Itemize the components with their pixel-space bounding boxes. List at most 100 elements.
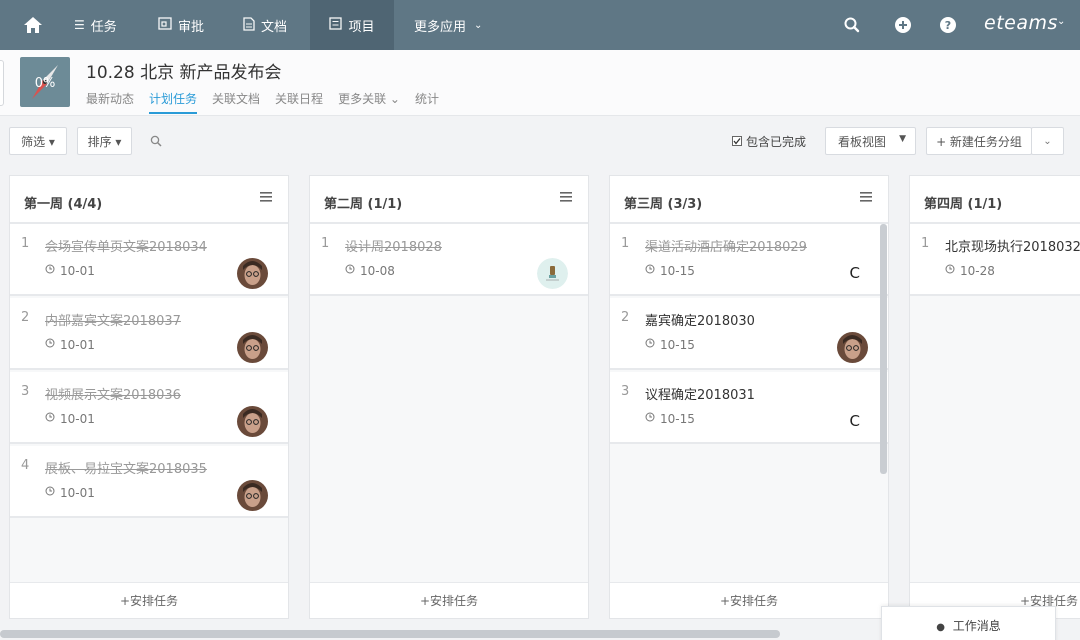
nav-item-more-apps[interactable]: 更多应用 ⌄ <box>414 0 482 50</box>
task-number: 1 <box>21 236 30 251</box>
tab-planned-tasks[interactable]: 计划任务 <box>149 90 198 114</box>
search-icon[interactable] <box>150 135 162 147</box>
avatar[interactable] <box>237 258 268 289</box>
menu-icon[interactable] <box>260 192 272 202</box>
task-card[interactable]: 1 设计周2018028 10-08 <box>310 224 588 296</box>
home-icon[interactable] <box>22 14 44 36</box>
task-card[interactable]: 3 议程确定2018031 10-15 C <box>610 372 888 444</box>
tab-latest[interactable]: 最新动态 <box>86 90 134 114</box>
work-message-button[interactable]: ● 工作消息 <box>881 606 1056 640</box>
task-name[interactable]: 渠道活动酒店确定2018029 <box>645 236 807 255</box>
project-header: 0% 10.28 北京 新产品发布会 最新动态 计划任务 关联文档 关联日程 更… <box>0 50 1080 116</box>
tab-related-docs[interactable]: 关联文档 <box>212 90 260 114</box>
clock-icon <box>45 412 55 422</box>
add-task-button[interactable]: +安排任务 <box>610 582 888 618</box>
add-task-button[interactable]: +安排任务 <box>10 582 288 618</box>
tab-more-related[interactable]: 更多关联 ⌄ <box>338 90 400 114</box>
page-title: 10.28 北京 新产品发布会 <box>86 63 282 83</box>
chevron-down-icon: ⌄ <box>474 19 483 31</box>
project-logo: 0% <box>20 57 70 107</box>
board-column: 第四周 (1/1) 1 北京现场执行2018032 10-28 +安排任务 <box>909 175 1080 619</box>
add-task-button[interactable]: +安排任务 <box>310 582 588 618</box>
nav-item-label: 项目 <box>348 19 375 35</box>
task-number: 1 <box>921 236 930 251</box>
nav-item-tasks[interactable]: ☰ 任务 <box>64 0 127 50</box>
column-title: 第四周 (1/1) <box>924 197 1003 212</box>
board-column: 第一周 (4/4) 1 会场宣传单页文案2018034 10-01 2 内部嘉宾… <box>9 175 289 619</box>
new-task-group-button[interactable]: + 新建任务分组 <box>926 127 1032 155</box>
task-number: 3 <box>21 384 30 399</box>
nav-item-projects[interactable]: 项目 <box>310 0 394 50</box>
avatar[interactable] <box>237 406 268 437</box>
collapse-handle[interactable] <box>0 60 4 106</box>
horizontal-scrollbar[interactable] <box>0 630 780 638</box>
task-name[interactable]: 议程确定2018031 <box>645 384 755 403</box>
board-column: 第二周 (1/1) 1 设计周2018028 10-08 +安排任务 <box>309 175 589 619</box>
task-name[interactable]: 会场宣传单页文案2018034 <box>45 236 207 255</box>
menu-icon[interactable] <box>560 192 572 202</box>
task-card[interactable]: 4 展板、易拉宝文案2018035 10-01 <box>10 446 288 518</box>
nav-item-label: 文档 <box>261 19 288 35</box>
task-due-date: 10-15 <box>660 338 695 352</box>
clock-icon <box>645 264 655 274</box>
tab-statistics[interactable]: 统计 <box>415 90 439 114</box>
task-name[interactable]: 视频展示文案2018036 <box>45 384 181 403</box>
task-name[interactable]: 设计周2018028 <box>345 236 442 255</box>
avatar[interactable] <box>237 332 268 363</box>
column-title: 第一周 (4/4) <box>24 197 103 212</box>
task-number: 2 <box>621 310 630 325</box>
view-select[interactable]: 看板视图 ▼ <box>825 127 916 155</box>
add-circle-icon[interactable] <box>894 16 912 34</box>
task-name[interactable]: 内部嘉宾文案2018037 <box>45 310 181 329</box>
clock-icon <box>945 264 955 274</box>
new-group-dropdown-button[interactable]: ⌄ <box>1031 127 1064 155</box>
task-card[interactable]: 1 北京现场执行2018032 10-28 <box>910 224 1080 296</box>
task-card[interactable]: 2 内部嘉宾文案2018037 10-01 <box>10 298 288 370</box>
vertical-scrollbar[interactable] <box>880 224 887 474</box>
top-navigation-bar: ☰ 任务 审批 文档 项目 更多应用 ⌄ ? eteams ⌄ <box>0 0 1080 50</box>
nav-item-label: 任务 <box>90 19 117 35</box>
project-tabs: 最新动态 计划任务 关联文档 关联日程 更多关联 ⌄ 统计 <box>86 90 454 114</box>
column-header: 第二周 (1/1) <box>310 176 588 224</box>
task-name[interactable]: 嘉宾确定2018030 <box>645 310 755 329</box>
nav-item-label: 审批 <box>178 19 205 35</box>
include-done-checkbox[interactable] <box>732 136 742 146</box>
chevron-down-icon[interactable]: ⌄ <box>1057 16 1065 27</box>
include-done-label[interactable]: 包含已完成 <box>746 133 806 150</box>
task-number: 3 <box>621 384 630 399</box>
compass-icon: 0% <box>32 65 58 99</box>
clock-icon <box>645 412 655 422</box>
search-icon[interactable] <box>843 16 861 34</box>
document-icon <box>243 16 255 34</box>
avatar[interactable] <box>837 332 868 363</box>
task-name[interactable]: 北京现场执行2018032 <box>945 236 1080 255</box>
task-card[interactable]: 3 视频展示文案2018036 10-01 <box>10 372 288 444</box>
column-title: 第二周 (1/1) <box>324 197 403 212</box>
assignee-initial[interactable]: C <box>850 264 860 282</box>
assignee-initial[interactable]: C <box>850 412 860 430</box>
tab-related-schedule[interactable]: 关联日程 <box>275 90 323 114</box>
clock-icon <box>45 486 55 496</box>
sort-button[interactable]: 排序 ▾ <box>77 127 132 155</box>
nav-item-documents[interactable]: 文档 <box>233 0 297 50</box>
avatar[interactable] <box>237 480 268 511</box>
column-header: 第四周 (1/1) <box>910 176 1080 224</box>
task-due-date: 10-15 <box>660 264 695 278</box>
task-due-date: 10-28 <box>960 264 995 278</box>
help-icon[interactable]: ? <box>939 16 957 34</box>
brand-logo[interactable]: eteams <box>984 12 1058 34</box>
avatar[interactable] <box>537 258 568 289</box>
nav-item-approval[interactable]: 审批 <box>148 0 214 50</box>
filter-button[interactable]: 筛选 ▾ <box>9 127 67 155</box>
task-card[interactable]: 2 嘉宾确定2018030 10-15 <box>610 298 888 370</box>
task-number: 1 <box>621 236 630 251</box>
menu-icon[interactable] <box>860 192 872 202</box>
list-icon: ☰ <box>74 18 85 32</box>
task-due-date: 10-01 <box>60 264 95 278</box>
task-name[interactable]: 展板、易拉宝文案2018035 <box>45 458 207 477</box>
task-card[interactable]: 1 渠道活动酒店确定2018029 10-15 C <box>610 224 888 296</box>
nav-item-label: 更多应用 <box>414 19 467 35</box>
column-header: 第三周 (3/3) <box>610 176 888 224</box>
task-card[interactable]: 1 会场宣传单页文案2018034 10-01 <box>10 224 288 296</box>
project-icon <box>329 17 343 33</box>
